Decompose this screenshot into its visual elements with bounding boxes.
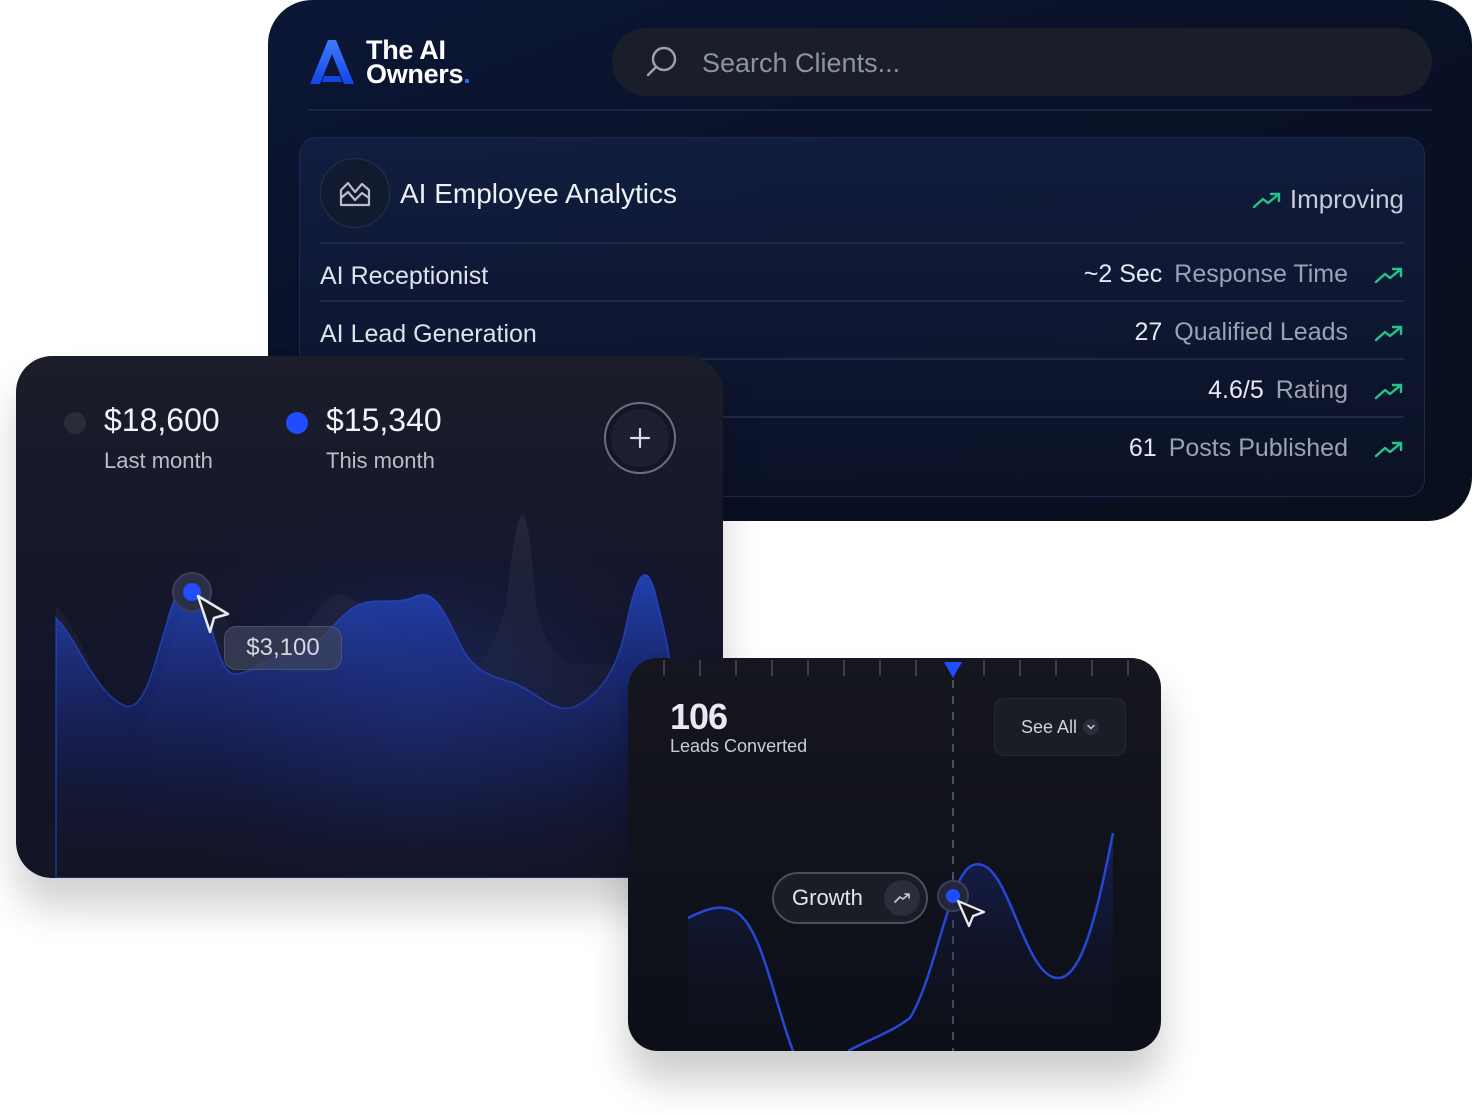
analytics-title: AI Employee Analytics — [400, 178, 678, 209]
metric-value: 4.6/5 — [1208, 376, 1264, 404]
this-month-label: This month — [326, 448, 435, 473]
metric-unit: Posts Published — [1168, 434, 1348, 462]
metric-stat: 61 Posts Published — [1129, 434, 1404, 463]
see-all-button[interactable]: See All — [994, 698, 1126, 756]
leads-count: 106 — [670, 696, 728, 737]
metric-name: AI Receptionist — [320, 262, 489, 290]
trending-up-icon — [1374, 383, 1403, 399]
trending-up-icon — [1374, 441, 1403, 457]
row-divider — [320, 242, 1404, 244]
metric-row-lead-generation[interactable]: AI Lead Generation 27 Qualified Leads — [320, 304, 1404, 360]
plus-icon — [629, 427, 651, 449]
search-bar[interactable] — [612, 28, 1432, 98]
brand-logo[interactable]: The AI Owners. — [308, 37, 471, 89]
brand-name: The AI Owners. — [366, 37, 471, 89]
status-badge: Improving — [1252, 184, 1404, 215]
this-month-amount: $15,340 — [326, 402, 442, 438]
metric-unit: Response Time — [1174, 260, 1348, 288]
growth-badge[interactable]: Growth — [772, 872, 928, 924]
growth-label: Growth — [792, 885, 863, 910]
this-month-series — [55, 573, 677, 878]
row-divider — [320, 300, 1404, 302]
metric-value: ~2 Sec — [1083, 260, 1163, 288]
see-all-label: See All — [1020, 716, 1078, 737]
brand-name-line2: Owners — [366, 59, 464, 89]
value-tooltip: $3,100 — [224, 626, 342, 670]
metric-value: 27 — [1134, 318, 1163, 346]
chevron-down-icon — [1083, 719, 1100, 735]
metric-stat: ~2 Sec Response Time — [1084, 260, 1404, 289]
brand-dot: . — [463, 59, 471, 89]
marker-triangle-icon — [944, 662, 962, 678]
search-icon — [646, 46, 677, 77]
metric-row-receptionist[interactable]: AI Receptionist ~2 Sec Response Time — [320, 246, 1404, 302]
leads-area — [688, 833, 1113, 1051]
leads-card: 106 Leads Converted See All Growth — [628, 658, 1161, 1051]
analytics-header: AI Employee Analytics Improving — [320, 158, 1404, 228]
status-text: Improving — [1289, 184, 1404, 214]
leads-label: Leads Converted — [670, 736, 808, 756]
trending-up-icon — [884, 880, 920, 916]
metric-unit: Qualified Leads — [1174, 318, 1348, 346]
trending-up-icon — [1252, 192, 1281, 208]
header-divider — [308, 109, 1432, 111]
logo-mark-icon — [310, 40, 354, 84]
add-button[interactable] — [604, 402, 676, 474]
metric-value: 61 — [1128, 434, 1157, 462]
metric-name: AI Lead Generation — [320, 320, 537, 348]
search-input[interactable] — [700, 28, 1404, 98]
metric-stat: 27 Qualified Leads — [1134, 318, 1404, 347]
trending-up-icon — [1374, 267, 1403, 283]
last-month-label: Last month — [104, 448, 213, 473]
trending-up-icon — [1374, 325, 1403, 341]
metric-unit: Rating — [1275, 376, 1348, 404]
analytics-chart-icon — [320, 158, 390, 228]
legend-dot-this-month — [286, 412, 308, 434]
last-month-amount: $18,600 — [104, 402, 220, 438]
ruler-ticks — [663, 660, 1129, 676]
metric-stat: 4.6/5 Rating — [1208, 376, 1404, 405]
legend-dot-last-month — [64, 412, 86, 434]
revenue-card: $18,600 Last month $15,340 This month $3… — [16, 356, 723, 878]
